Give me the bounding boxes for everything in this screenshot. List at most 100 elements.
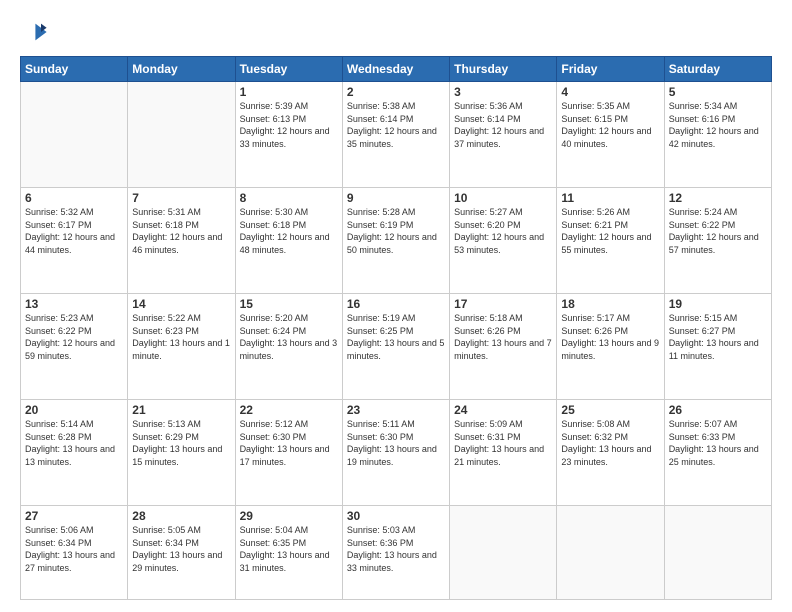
calendar-cell: 5Sunrise: 5:34 AM Sunset: 6:16 PM Daylig… [664,82,771,188]
calendar-cell: 16Sunrise: 5:19 AM Sunset: 6:25 PM Dayli… [342,294,449,400]
weekday-header-sunday: Sunday [21,57,128,82]
day-number: 4 [561,85,659,99]
logo [20,18,52,46]
day-info: Sunrise: 5:39 AM Sunset: 6:13 PM Dayligh… [240,100,338,150]
day-info: Sunrise: 5:13 AM Sunset: 6:29 PM Dayligh… [132,418,230,468]
calendar-week-row: 20Sunrise: 5:14 AM Sunset: 6:28 PM Dayli… [21,400,772,506]
day-info: Sunrise: 5:08 AM Sunset: 6:32 PM Dayligh… [561,418,659,468]
day-info: Sunrise: 5:12 AM Sunset: 6:30 PM Dayligh… [240,418,338,468]
calendar-cell: 24Sunrise: 5:09 AM Sunset: 6:31 PM Dayli… [450,400,557,506]
day-info: Sunrise: 5:19 AM Sunset: 6:25 PM Dayligh… [347,312,445,362]
calendar-cell: 7Sunrise: 5:31 AM Sunset: 6:18 PM Daylig… [128,188,235,294]
day-number: 2 [347,85,445,99]
calendar-cell: 13Sunrise: 5:23 AM Sunset: 6:22 PM Dayli… [21,294,128,400]
day-info: Sunrise: 5:05 AM Sunset: 6:34 PM Dayligh… [132,524,230,574]
calendar-cell: 21Sunrise: 5:13 AM Sunset: 6:29 PM Dayli… [128,400,235,506]
day-number: 25 [561,403,659,417]
day-info: Sunrise: 5:26 AM Sunset: 6:21 PM Dayligh… [561,206,659,256]
calendar-cell: 1Sunrise: 5:39 AM Sunset: 6:13 PM Daylig… [235,82,342,188]
day-info: Sunrise: 5:04 AM Sunset: 6:35 PM Dayligh… [240,524,338,574]
calendar-cell: 22Sunrise: 5:12 AM Sunset: 6:30 PM Dayli… [235,400,342,506]
day-number: 16 [347,297,445,311]
day-number: 18 [561,297,659,311]
header [20,18,772,46]
calendar-cell: 27Sunrise: 5:06 AM Sunset: 6:34 PM Dayli… [21,506,128,600]
day-number: 21 [132,403,230,417]
day-info: Sunrise: 5:11 AM Sunset: 6:30 PM Dayligh… [347,418,445,468]
calendar-cell [557,506,664,600]
day-number: 13 [25,297,123,311]
day-number: 27 [25,509,123,523]
calendar-cell: 29Sunrise: 5:04 AM Sunset: 6:35 PM Dayli… [235,506,342,600]
calendar-cell: 11Sunrise: 5:26 AM Sunset: 6:21 PM Dayli… [557,188,664,294]
page: SundayMondayTuesdayWednesdayThursdayFrid… [0,0,792,612]
day-number: 10 [454,191,552,205]
day-number: 22 [240,403,338,417]
day-info: Sunrise: 5:15 AM Sunset: 6:27 PM Dayligh… [669,312,767,362]
day-number: 6 [25,191,123,205]
calendar-cell: 18Sunrise: 5:17 AM Sunset: 6:26 PM Dayli… [557,294,664,400]
day-number: 19 [669,297,767,311]
day-info: Sunrise: 5:31 AM Sunset: 6:18 PM Dayligh… [132,206,230,256]
day-info: Sunrise: 5:22 AM Sunset: 6:23 PM Dayligh… [132,312,230,362]
calendar-week-row: 6Sunrise: 5:32 AM Sunset: 6:17 PM Daylig… [21,188,772,294]
day-info: Sunrise: 5:06 AM Sunset: 6:34 PM Dayligh… [25,524,123,574]
calendar-cell: 25Sunrise: 5:08 AM Sunset: 6:32 PM Dayli… [557,400,664,506]
day-info: Sunrise: 5:36 AM Sunset: 6:14 PM Dayligh… [454,100,552,150]
day-info: Sunrise: 5:27 AM Sunset: 6:20 PM Dayligh… [454,206,552,256]
calendar-cell: 12Sunrise: 5:24 AM Sunset: 6:22 PM Dayli… [664,188,771,294]
day-number: 29 [240,509,338,523]
calendar-cell: 14Sunrise: 5:22 AM Sunset: 6:23 PM Dayli… [128,294,235,400]
day-info: Sunrise: 5:03 AM Sunset: 6:36 PM Dayligh… [347,524,445,574]
day-info: Sunrise: 5:38 AM Sunset: 6:14 PM Dayligh… [347,100,445,150]
day-number: 24 [454,403,552,417]
calendar-cell: 26Sunrise: 5:07 AM Sunset: 6:33 PM Dayli… [664,400,771,506]
calendar-cell: 8Sunrise: 5:30 AM Sunset: 6:18 PM Daylig… [235,188,342,294]
day-info: Sunrise: 5:24 AM Sunset: 6:22 PM Dayligh… [669,206,767,256]
calendar-cell: 3Sunrise: 5:36 AM Sunset: 6:14 PM Daylig… [450,82,557,188]
day-number: 1 [240,85,338,99]
calendar-cell: 17Sunrise: 5:18 AM Sunset: 6:26 PM Dayli… [450,294,557,400]
calendar-cell [128,82,235,188]
calendar-week-row: 13Sunrise: 5:23 AM Sunset: 6:22 PM Dayli… [21,294,772,400]
day-number: 12 [669,191,767,205]
day-number: 9 [347,191,445,205]
day-number: 7 [132,191,230,205]
day-info: Sunrise: 5:17 AM Sunset: 6:26 PM Dayligh… [561,312,659,362]
weekday-header-wednesday: Wednesday [342,57,449,82]
calendar-cell: 2Sunrise: 5:38 AM Sunset: 6:14 PM Daylig… [342,82,449,188]
day-info: Sunrise: 5:18 AM Sunset: 6:26 PM Dayligh… [454,312,552,362]
day-number: 3 [454,85,552,99]
calendar-cell: 28Sunrise: 5:05 AM Sunset: 6:34 PM Dayli… [128,506,235,600]
weekday-header-friday: Friday [557,57,664,82]
calendar-cell: 4Sunrise: 5:35 AM Sunset: 6:15 PM Daylig… [557,82,664,188]
day-number: 28 [132,509,230,523]
day-number: 20 [25,403,123,417]
day-number: 14 [132,297,230,311]
calendar-cell: 15Sunrise: 5:20 AM Sunset: 6:24 PM Dayli… [235,294,342,400]
calendar-cell: 20Sunrise: 5:14 AM Sunset: 6:28 PM Dayli… [21,400,128,506]
logo-icon [20,18,48,46]
calendar-cell: 10Sunrise: 5:27 AM Sunset: 6:20 PM Dayli… [450,188,557,294]
day-number: 15 [240,297,338,311]
day-number: 30 [347,509,445,523]
weekday-header-tuesday: Tuesday [235,57,342,82]
day-info: Sunrise: 5:23 AM Sunset: 6:22 PM Dayligh… [25,312,123,362]
day-info: Sunrise: 5:07 AM Sunset: 6:33 PM Dayligh… [669,418,767,468]
day-info: Sunrise: 5:14 AM Sunset: 6:28 PM Dayligh… [25,418,123,468]
day-number: 17 [454,297,552,311]
weekday-header-row: SundayMondayTuesdayWednesdayThursdayFrid… [21,57,772,82]
calendar-cell: 23Sunrise: 5:11 AM Sunset: 6:30 PM Dayli… [342,400,449,506]
calendar-cell: 30Sunrise: 5:03 AM Sunset: 6:36 PM Dayli… [342,506,449,600]
calendar-table: SundayMondayTuesdayWednesdayThursdayFrid… [20,56,772,600]
day-info: Sunrise: 5:34 AM Sunset: 6:16 PM Dayligh… [669,100,767,150]
calendar-cell [450,506,557,600]
calendar-cell: 19Sunrise: 5:15 AM Sunset: 6:27 PM Dayli… [664,294,771,400]
day-info: Sunrise: 5:09 AM Sunset: 6:31 PM Dayligh… [454,418,552,468]
day-info: Sunrise: 5:30 AM Sunset: 6:18 PM Dayligh… [240,206,338,256]
calendar-cell: 6Sunrise: 5:32 AM Sunset: 6:17 PM Daylig… [21,188,128,294]
day-info: Sunrise: 5:32 AM Sunset: 6:17 PM Dayligh… [25,206,123,256]
weekday-header-thursday: Thursday [450,57,557,82]
day-number: 8 [240,191,338,205]
calendar-cell [21,82,128,188]
